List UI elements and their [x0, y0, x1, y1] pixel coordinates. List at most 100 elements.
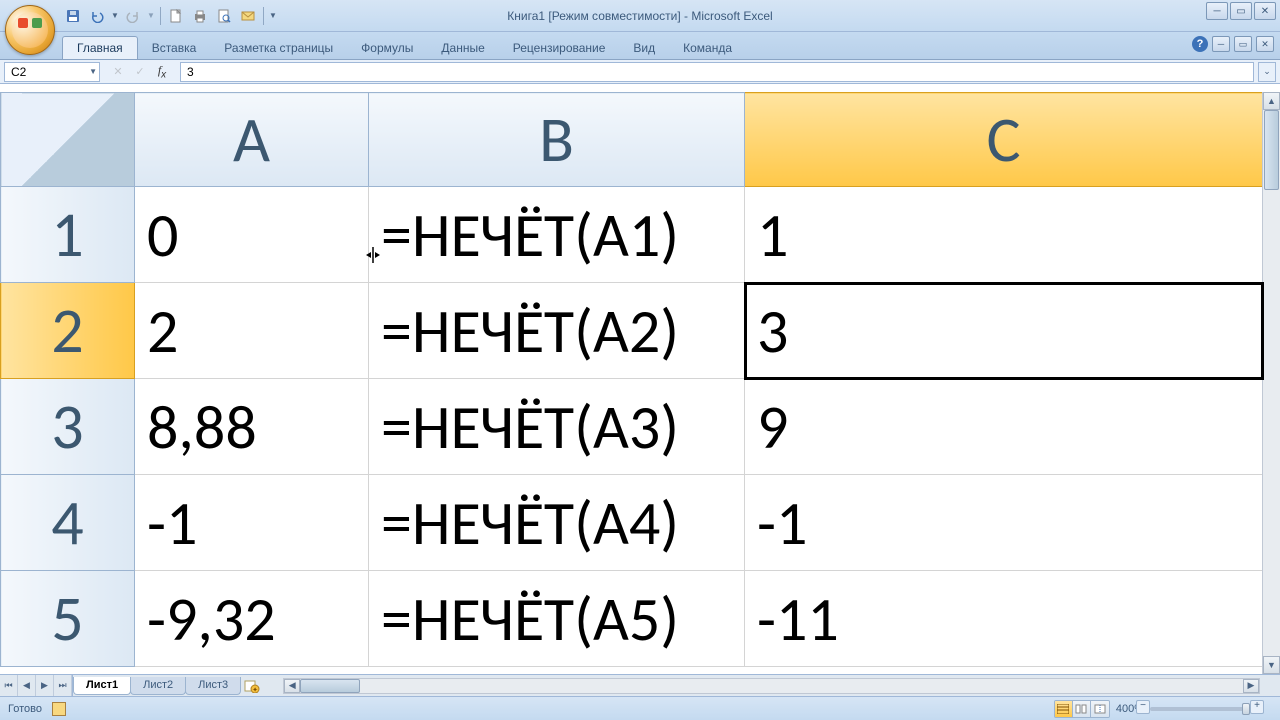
- row-header-1[interactable]: 1: [1, 187, 135, 283]
- cell-C2[interactable]: 3: [745, 283, 1263, 379]
- formula-bar: C2 ▼ ✕ ✓ fx 3 ⌄: [0, 60, 1280, 84]
- cell-B2[interactable]: =НЕЧЁТ(A2): [369, 283, 745, 379]
- sheet-tab-1[interactable]: Лист1: [73, 677, 131, 695]
- office-button[interactable]: [5, 5, 55, 55]
- sheet-tabs-bar: ⏮ ◀ ▶ ⏭ Лист1 Лист2 Лист3 ✦ ◀ ▶: [0, 674, 1280, 696]
- cell-C4[interactable]: -1: [745, 475, 1263, 571]
- cell-C1[interactable]: 1: [745, 187, 1263, 283]
- qat-redo-dropdown[interactable]: ▼: [146, 11, 156, 20]
- cell-B3[interactable]: =НЕЧЁТ(A3): [369, 379, 745, 475]
- zoom-slider-thumb[interactable]: [1242, 703, 1250, 715]
- title-bar: ▼ ▼ ▼ Книга1 [Режим совместимости] - Mic…: [0, 0, 1280, 32]
- view-normal-button[interactable]: [1055, 701, 1073, 717]
- new-sheet-button[interactable]: ✦: [240, 677, 264, 695]
- name-box[interactable]: C2 ▼: [4, 62, 100, 82]
- cell-C3[interactable]: 9: [745, 379, 1263, 475]
- email-icon: [241, 9, 255, 23]
- qat-print-button[interactable]: [189, 5, 211, 27]
- qat-save-button[interactable]: [62, 5, 84, 27]
- table-row: 4 -1 =НЕЧЁТ(A4) -1: [1, 475, 1263, 571]
- minimize-button[interactable]: ─: [1206, 2, 1228, 20]
- ribbon-tab-team[interactable]: Команда: [669, 37, 746, 59]
- qat-preview-button[interactable]: [213, 5, 235, 27]
- cell-B1[interactable]: =НЕЧЁТ(A1): [369, 187, 745, 283]
- cell-B5[interactable]: =НЕЧЁТ(A5): [369, 571, 745, 667]
- ribbon-tab-home[interactable]: Главная: [62, 36, 138, 59]
- select-all-corner[interactable]: [1, 93, 135, 187]
- qat-undo-button[interactable]: [86, 5, 108, 27]
- ribbon-tab-formulas[interactable]: Формулы: [347, 37, 427, 59]
- sheet-tab-3[interactable]: Лист3: [185, 677, 241, 695]
- formula-controls: ✕ ✓ fx: [104, 63, 176, 81]
- name-box-dropdown-icon[interactable]: ▼: [89, 67, 97, 76]
- cell-B4[interactable]: =НЕЧЁТ(A4): [369, 475, 745, 571]
- qat-email-button[interactable]: [237, 5, 259, 27]
- ribbon-right-controls: ? ─ ▭ ✕: [1192, 36, 1274, 52]
- column-header-A[interactable]: A: [135, 93, 369, 187]
- vscroll-thumb[interactable]: [1264, 110, 1279, 190]
- svg-text:✦: ✦: [252, 686, 258, 693]
- column-header-B[interactable]: B: [369, 93, 745, 187]
- ribbon-tabs: Главная Вставка Разметка страницы Формул…: [0, 32, 1280, 60]
- window-controls: ─ ▭ ✕: [1206, 2, 1276, 20]
- vscroll-up-button[interactable]: ▲: [1263, 92, 1280, 110]
- tab-nav-prev[interactable]: ◀: [18, 675, 36, 696]
- undo-icon: [90, 9, 104, 23]
- macro-record-icon[interactable]: [52, 702, 66, 716]
- formula-input[interactable]: 3: [180, 62, 1254, 82]
- qat-customize-dropdown[interactable]: ▼: [268, 11, 278, 20]
- cell-A2[interactable]: 2: [135, 283, 369, 379]
- row-header-3[interactable]: 3: [1, 379, 135, 475]
- maximize-button[interactable]: ▭: [1230, 2, 1252, 20]
- row-header-2[interactable]: 2: [1, 283, 135, 379]
- cell-A4[interactable]: -1: [135, 475, 369, 571]
- window-title: Книга1 [Режим совместимости] - Microsoft…: [507, 9, 772, 23]
- doc-restore-button[interactable]: ▭: [1234, 36, 1252, 52]
- save-icon: [66, 9, 80, 23]
- horizontal-scrollbar[interactable]: ◀ ▶: [283, 678, 1260, 694]
- tab-nav-first[interactable]: ⏮: [0, 675, 18, 696]
- cell-A1[interactable]: 0: [135, 187, 369, 283]
- doc-close-button[interactable]: ✕: [1256, 36, 1274, 52]
- status-bar: Готово 400%: [0, 696, 1280, 720]
- column-header-C[interactable]: C: [745, 93, 1263, 187]
- ribbon-tab-pagelayout[interactable]: Разметка страницы: [210, 37, 347, 59]
- cell-C5[interactable]: -11: [745, 571, 1263, 667]
- cell-A5[interactable]: -9,32: [135, 571, 369, 667]
- qat-new-button[interactable]: [165, 5, 187, 27]
- sheet-tab-2[interactable]: Лист2: [130, 677, 186, 695]
- cell-A3[interactable]: 8,88: [135, 379, 369, 475]
- print-icon: [193, 9, 207, 23]
- qat-redo-button[interactable]: [122, 5, 144, 27]
- ribbon-tab-insert[interactable]: Вставка: [138, 37, 211, 59]
- status-text: Готово: [8, 703, 42, 715]
- enter-formula-button[interactable]: ✓: [130, 63, 150, 81]
- row-header-4[interactable]: 4: [1, 475, 135, 571]
- hscroll-right-button[interactable]: ▶: [1243, 679, 1259, 693]
- view-pagebreak-button[interactable]: [1091, 701, 1109, 717]
- help-icon[interactable]: ?: [1192, 36, 1208, 52]
- vertical-scrollbar[interactable]: ▲ ▼: [1262, 92, 1280, 674]
- cancel-formula-button[interactable]: ✕: [108, 63, 128, 81]
- tab-nav-last[interactable]: ⏭: [54, 675, 72, 696]
- view-pagelayout-button[interactable]: [1073, 701, 1091, 717]
- ribbon-tab-data[interactable]: Данные: [427, 37, 498, 59]
- preview-icon: [217, 9, 231, 23]
- tab-nav-next[interactable]: ▶: [36, 675, 54, 696]
- row-header-5[interactable]: 5: [1, 571, 135, 667]
- insert-function-button[interactable]: fx: [152, 63, 172, 81]
- hscroll-thumb[interactable]: [300, 679, 360, 693]
- qat-undo-dropdown[interactable]: ▼: [110, 11, 120, 20]
- ribbon-tab-review[interactable]: Рецензирование: [499, 37, 620, 59]
- ribbon-tab-view[interactable]: Вид: [619, 37, 669, 59]
- hscroll-left-button[interactable]: ◀: [284, 679, 300, 693]
- close-button[interactable]: ✕: [1254, 2, 1276, 20]
- table-row: 5 -9,32 =НЕЧЁТ(A5) -11: [1, 571, 1263, 667]
- formula-expand-button[interactable]: ⌄: [1258, 62, 1276, 82]
- vscroll-down-button[interactable]: ▼: [1263, 656, 1280, 674]
- status-right: 400%: [1054, 700, 1272, 718]
- table-row: 2 2 =НЕЧЁТ(A2) 3: [1, 283, 1263, 379]
- zoom-slider[interactable]: [1150, 707, 1250, 711]
- doc-minimize-button[interactable]: ─: [1212, 36, 1230, 52]
- sheet-tab-nav: ⏮ ◀ ▶ ⏭: [0, 675, 73, 696]
